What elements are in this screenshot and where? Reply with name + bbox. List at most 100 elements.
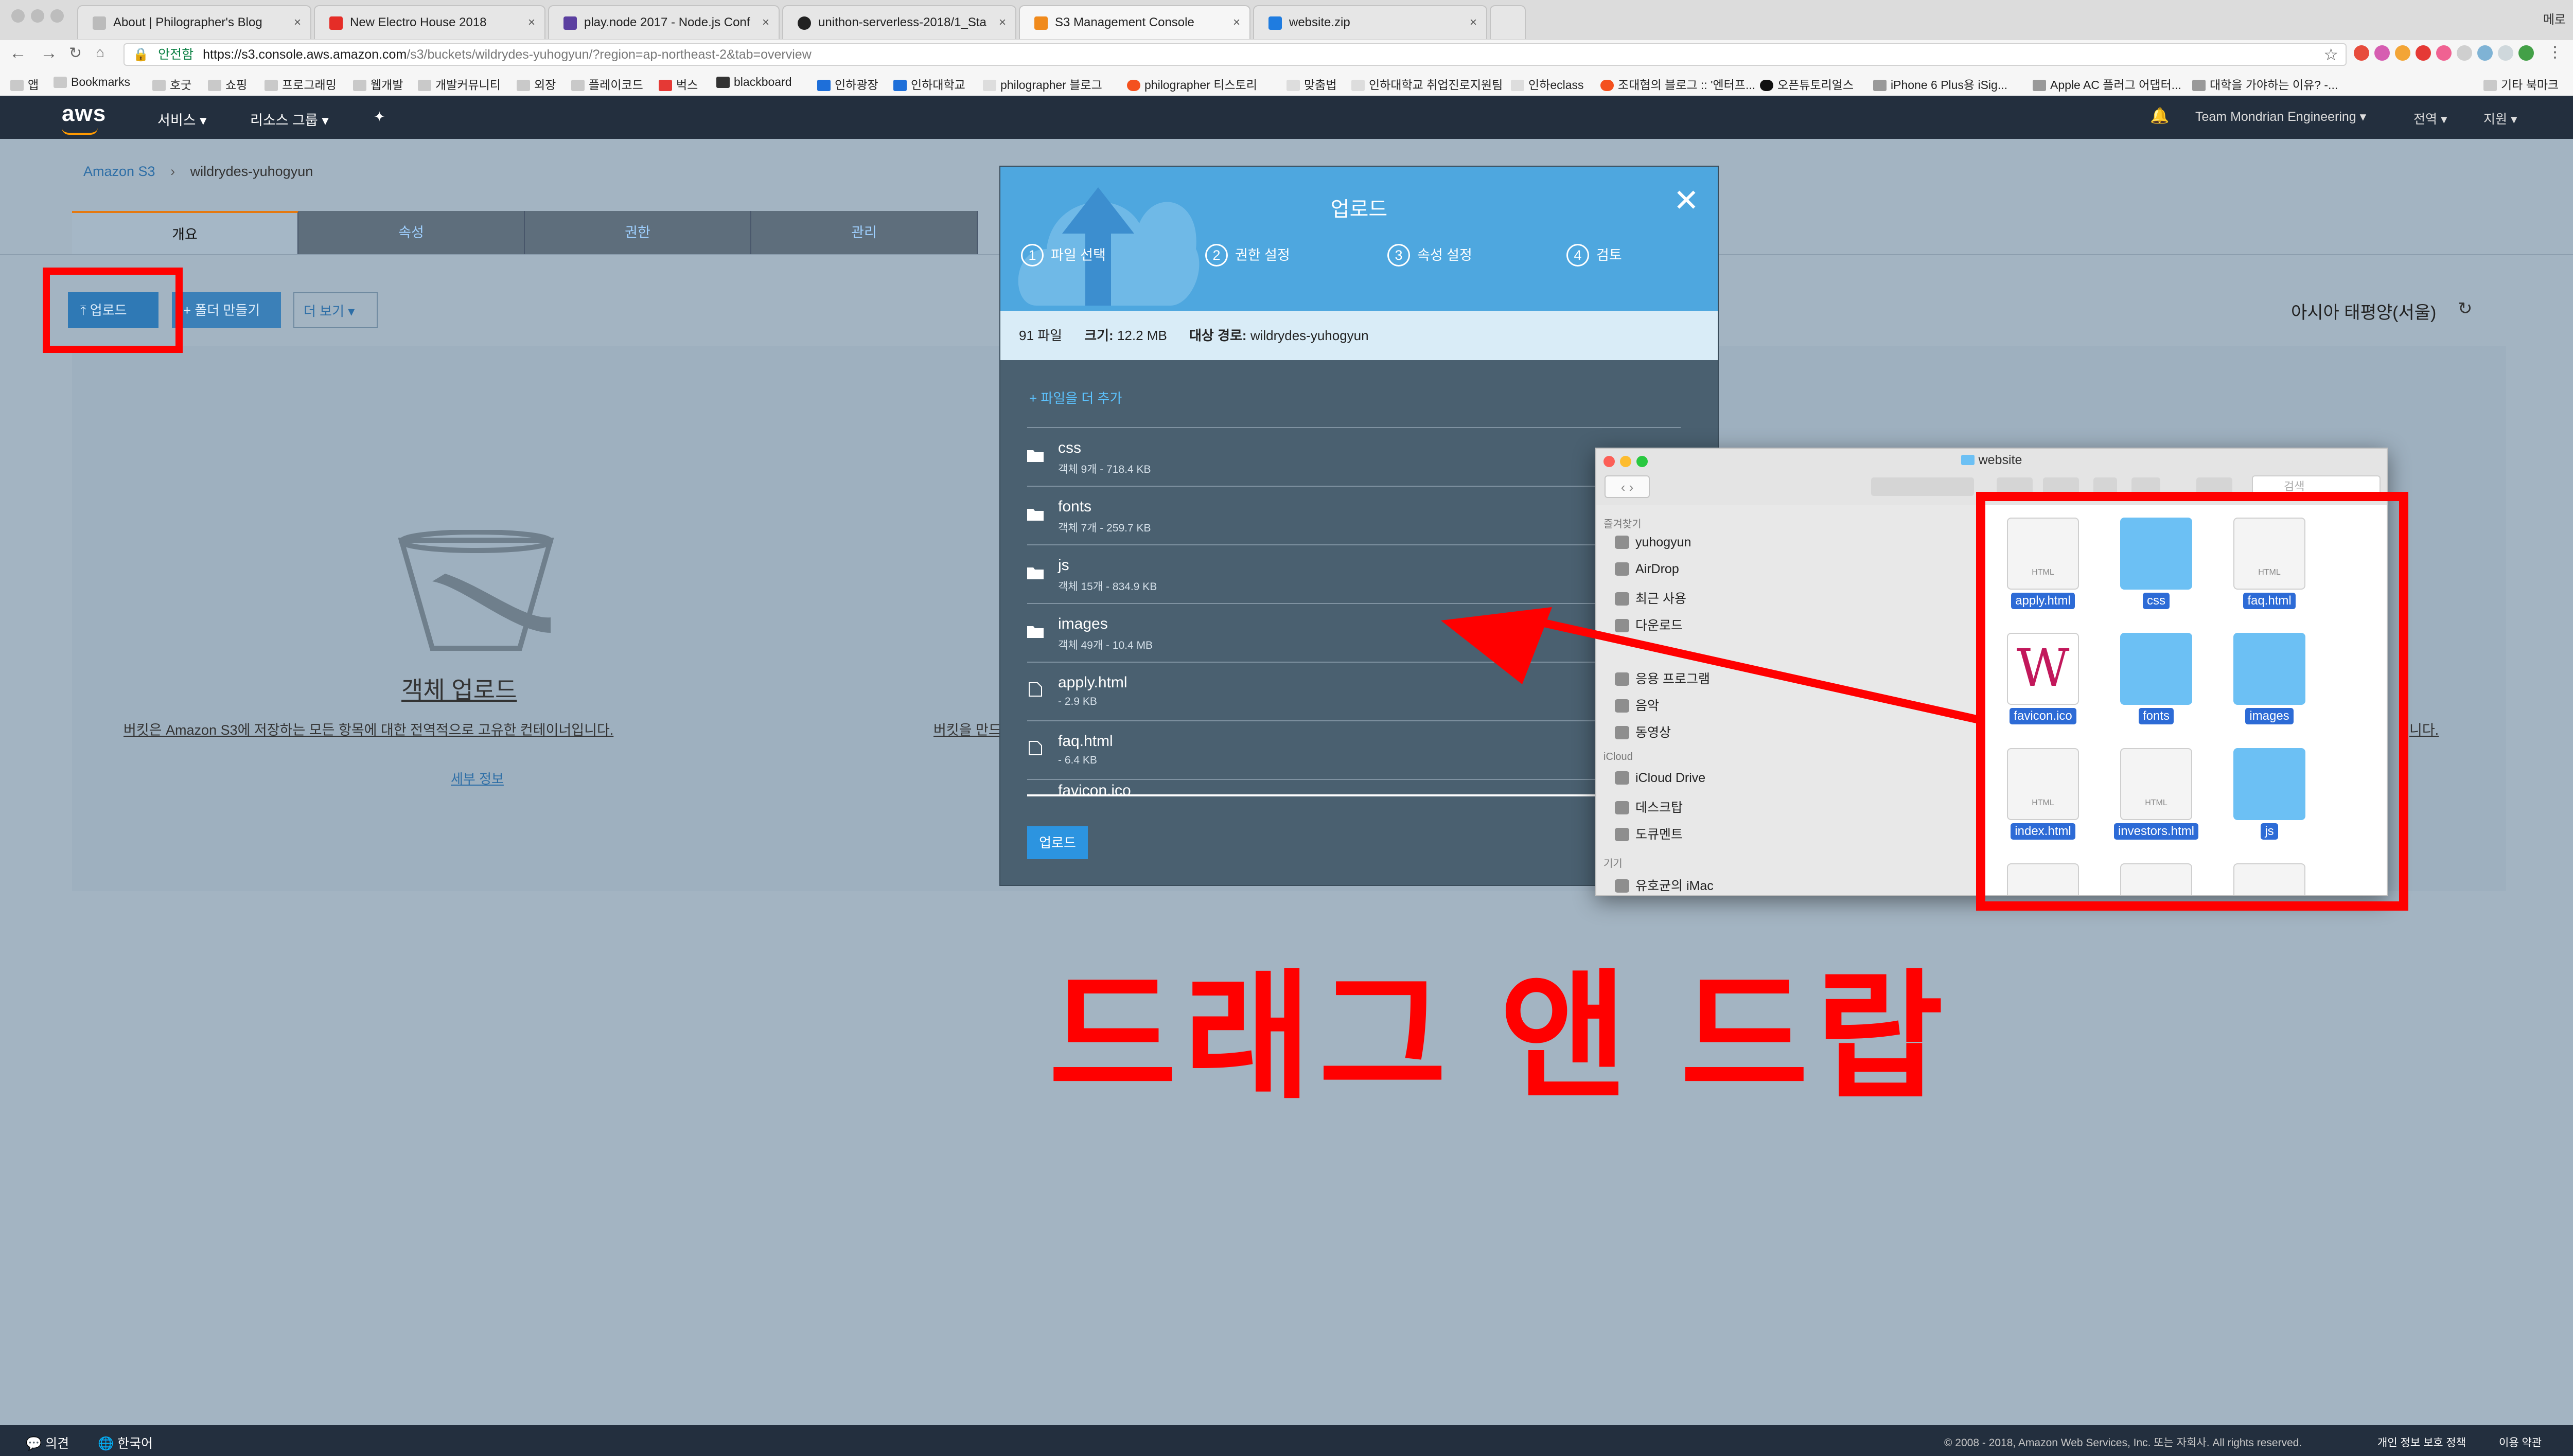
step-properties[interactable]: 3 속성 설정 [1387,244,1472,267]
support-menu[interactable]: 지원 ▾ [2483,109,2517,128]
forward-icon[interactable]: → [40,43,58,63]
bookmark-item[interactable]: 인하대학교 취업진로지원팀 [1351,75,1503,93]
bookmark-star-icon[interactable]: ☆ [2323,44,2338,65]
bookmark-item[interactable]: blackboard [716,75,792,89]
tab-close-icon[interactable]: × [1470,6,1477,39]
aws-logo[interactable]: aws [62,101,106,127]
reload-icon[interactable]: ↻ [69,44,82,62]
bookmark-item[interactable]: 인하대학교 [893,75,965,93]
language-selector[interactable]: 🌐 한국어 [98,1433,153,1452]
tab-close-icon[interactable]: × [999,6,1006,39]
address-bar[interactable]: 🔒 안전함 https://s3.console.aws.amazon.com/s3… [124,43,2347,66]
extension-icon[interactable] [2436,45,2452,61]
bookmark-item[interactable]: 맞춤법 [1286,75,1336,93]
bookmark-item[interactable]: philographer 티스토리 [1127,75,1257,93]
bookmark-item[interactable]: 대학을 가야하는 이유? -... [2192,75,2338,93]
tab-properties[interactable]: 속성 [298,211,525,254]
bookmark-item[interactable]: philographer 블로그 [983,75,1102,93]
account-menu[interactable]: Team Mondrian Engineering ▾ [2195,109,2366,125]
step-review[interactable]: 4 검토 [1566,244,1622,267]
resource-groups-menu[interactable]: 리소스 그룹 ▾ [250,109,329,129]
empty-state-description[interactable]: 버킷은 Amazon S3에 저장하는 모든 항목에 대한 전역적으로 고유한 … [124,719,613,739]
extension-icon[interactable] [2374,45,2390,61]
bell-icon[interactable]: 🔔 [2150,107,2169,125]
bookmark-item[interactable]: 조대협의 블로그 :: '엔터프... [1600,75,1755,93]
empty-state-description-right[interactable]: 버킷을 만드 [933,719,1001,739]
bookmark-item[interactable]: 개발커뮤니티 [418,75,501,93]
view-mode-switcher[interactable] [1871,477,1974,496]
pin-icon[interactable]: ✦ [374,109,385,125]
extension-icon[interactable] [2457,45,2472,61]
sidebar-item-documents[interactable]: 도큐멘트 [1615,824,1683,843]
terms-link[interactable]: 이용 약관 [2499,1434,2542,1450]
new-tab-button[interactable] [1490,5,1526,39]
upload-file-row: fonts 객체 7개 - 259.7 KB [1027,486,1681,545]
sidebar-item-icloud-drive[interactable]: iCloud Drive [1615,771,1705,786]
extension-icon[interactable] [2416,45,2431,61]
tab-overview[interactable]: 개요 [72,211,298,254]
bookmark-item[interactable]: 앱 [10,75,39,93]
bookmark-item[interactable]: 인하광장 [817,75,878,93]
tab-title: unithon-serverless-2018/1_Sta [818,15,986,29]
bookmark-item[interactable]: 웹개발 [353,75,403,93]
browser-tab[interactable]: play.node 2017 - Node.js Conf × [548,5,780,39]
browser-tab[interactable]: About | Philographer's Blog × [77,5,311,39]
close-icon[interactable]: ✕ [1673,185,1699,216]
bookmark-item[interactable]: 호굿 [152,75,191,93]
extension-icon[interactable] [2498,45,2513,61]
services-menu[interactable]: 서비스 ▾ [157,109,207,129]
other-bookmarks[interactable]: 기타 북마크 [2483,75,2559,93]
browser-tab[interactable]: unithon-serverless-2018/1_Sta × [782,5,1016,39]
learn-more-link[interactable]: 세부 정보 [451,769,504,788]
feedback-link[interactable]: 💬 의견 [26,1433,69,1452]
home-icon[interactable]: ⌂ [96,44,104,61]
window-zoom-light[interactable] [50,9,64,23]
tab-management[interactable]: 관리 [751,211,978,254]
more-button[interactable]: 더 보기 ▾ [293,292,378,328]
menu-icon[interactable]: ⋮ [2547,43,2563,61]
bookmark-item[interactable]: 플레이코드 [571,75,643,93]
bookmark-item[interactable]: 외장 [517,75,556,93]
breadcrumb-s3-link[interactable]: Amazon S3 [83,164,155,179]
extension-icon[interactable] [2477,45,2493,61]
tab-permissions[interactable]: 권한 [525,211,751,254]
bookmark-item[interactable]: 인하eclass [1511,75,1584,93]
browser-tab-active[interactable]: S3 Management Console × [1019,5,1250,39]
create-folder-button[interactable]: + 폴더 만들기 [172,292,281,328]
bookmark-item[interactable]: iPhone 6 Plus용 iSig... [1873,75,2007,93]
modal-upload-button[interactable]: 업로드 [1027,826,1088,859]
bookmark-item[interactable]: Apple AC 플러그 어댑터... [2033,75,2181,93]
step-choose-files[interactable]: 1 파일 선택 [1021,244,1106,267]
window-close-light[interactable] [11,9,25,23]
back-icon[interactable]: ← [9,43,27,63]
sidebar-item-imac[interactable]: 유호균의 iMac [1615,876,1714,894]
privacy-link[interactable]: 개인 정보 보호 정책 [2377,1434,2466,1450]
sidebar-item-home[interactable]: yuhogyun [1615,535,1691,550]
extension-icon[interactable] [2518,45,2534,61]
step-permissions[interactable]: 2 권한 설정 [1205,244,1290,267]
region-menu[interactable]: 전역 ▾ [2413,109,2447,128]
browser-tab[interactable]: New Electro House 2018 × [314,5,545,39]
extension-icon[interactable] [2395,45,2410,61]
empty-state-title[interactable]: 객체 업로드 [401,671,517,705]
sidebar-item-airdrop[interactable]: AirDrop [1615,562,1679,577]
bookmark-item[interactable]: 쇼핑 [208,75,247,93]
refresh-icon[interactable]: ↻ [2458,298,2473,319]
extension-icon[interactable] [2354,45,2369,61]
sidebar-item-desktop[interactable]: 데스크탑 [1615,797,1683,816]
bookmark-item[interactable]: 오픈튜토리얼스 [1760,75,1854,93]
tab-close-icon[interactable]: × [1233,6,1240,39]
browser-tab[interactable]: website.zip × [1253,5,1487,39]
bookmark-item[interactable]: 벅스 [659,75,698,93]
window-minimize-light[interactable] [31,9,44,23]
finder-back-forward[interactable]: ‹ › [1605,475,1650,498]
step-number: 2 [1205,244,1228,267]
bookmark-item[interactable]: 프로그래밍 [265,75,337,93]
add-more-files-link[interactable]: + 파일을 더 추가 [1029,388,1122,407]
profile-label[interactable]: 메로 [2543,9,2566,27]
file-icon [1029,682,1042,697]
tab-close-icon[interactable]: × [294,6,301,39]
tab-close-icon[interactable]: × [762,6,769,39]
tab-close-icon[interactable]: × [528,6,535,39]
bookmark-item[interactable]: Bookmarks [54,75,130,89]
